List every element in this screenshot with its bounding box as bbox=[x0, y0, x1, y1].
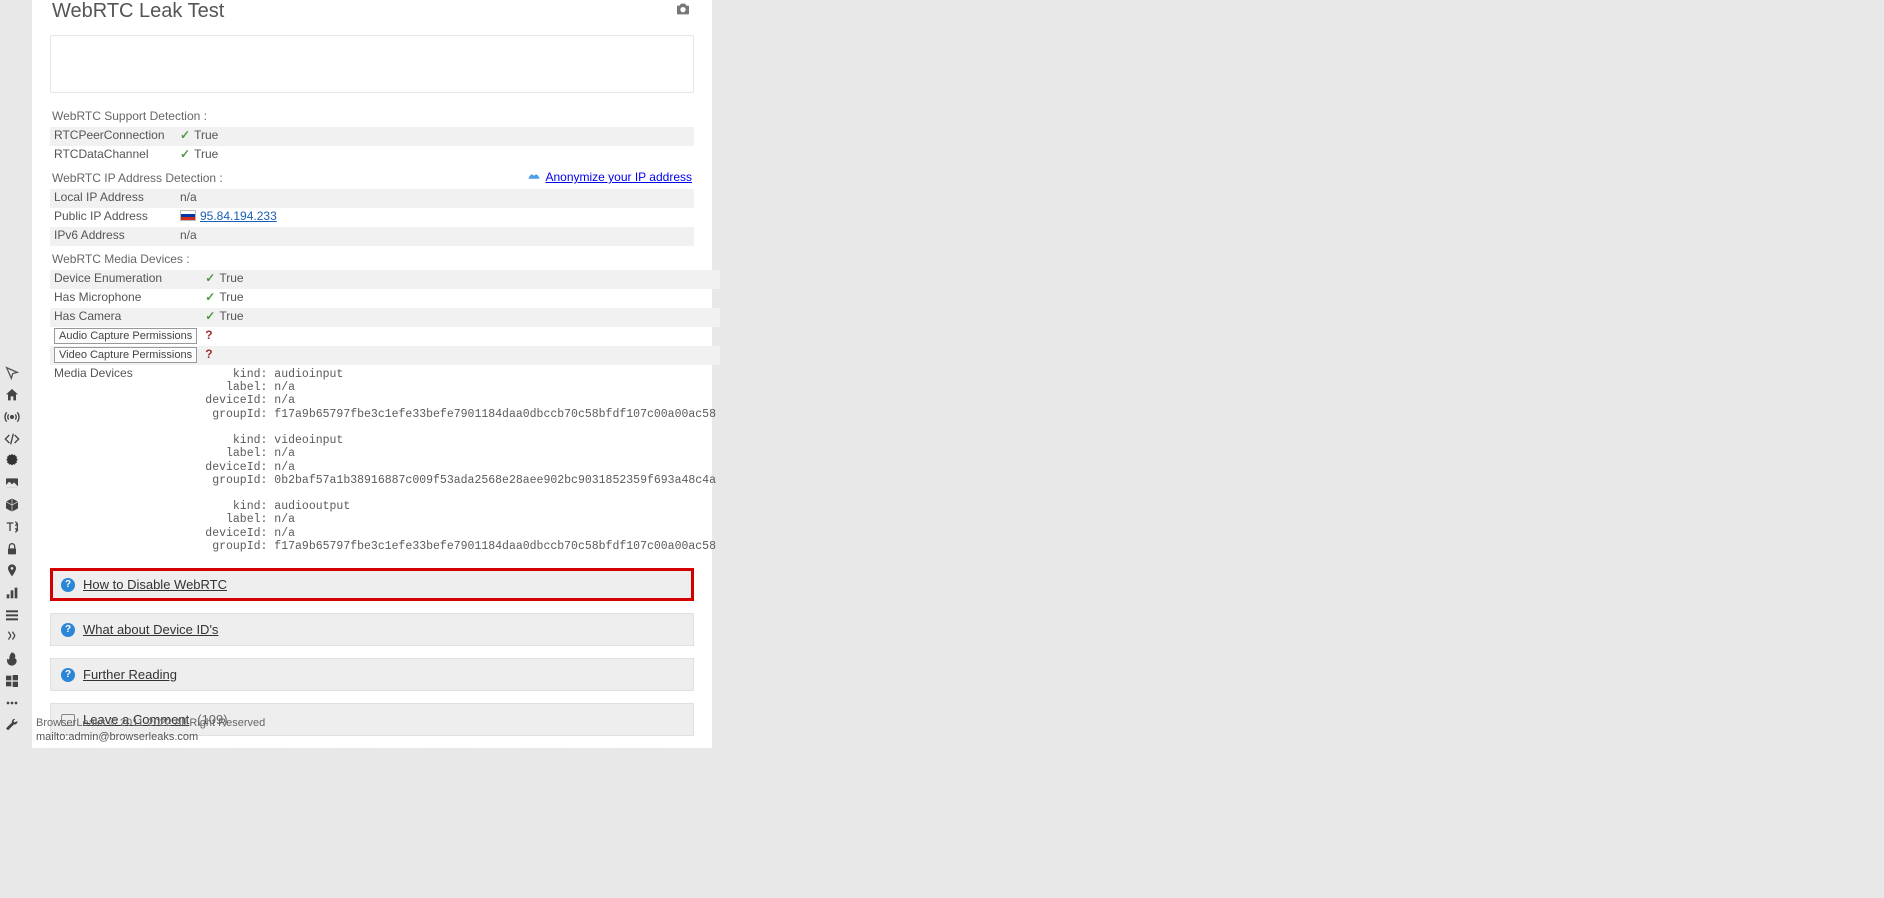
ipv6-val: n/a bbox=[176, 227, 694, 246]
ip-table: Local IP Address n/a Public IP Address 9… bbox=[50, 189, 694, 246]
video-capture-permissions-button[interactable]: Video Capture Permissions bbox=[54, 347, 197, 363]
check-icon: ✓ bbox=[205, 271, 215, 285]
help-icon: ? bbox=[61, 578, 75, 592]
support-section-title: WebRTC Support Detection : bbox=[32, 103, 712, 127]
further-reading-link[interactable]: Further Reading bbox=[83, 667, 177, 682]
table-row: RTCPeerConnection ✓ True bbox=[50, 127, 694, 146]
help-icon: ? bbox=[61, 668, 75, 682]
more-icon[interactable] bbox=[2, 694, 22, 712]
table-row: Local IP Address n/a bbox=[50, 189, 694, 208]
how-to-disable-webrtc-link[interactable]: How to Disable WebRTC bbox=[83, 577, 227, 592]
code-icon[interactable] bbox=[2, 430, 22, 448]
how-to-disable-webrtc-block[interactable]: ? How to Disable WebRTC bbox=[50, 568, 694, 601]
device-ids-link[interactable]: What about Device ID's bbox=[83, 622, 218, 637]
dev-key-0: Device Enumeration bbox=[50, 270, 201, 289]
video-perm-val: ? bbox=[205, 347, 212, 361]
table-row: Media Devices kind: audioinput label: n/… bbox=[50, 365, 720, 556]
ip-section-title: WebRTC IP Address Detection : Anonymize … bbox=[32, 165, 712, 189]
anonymize-link-wrapper: Anonymize your IP address bbox=[527, 169, 692, 184]
bar-chart-icon[interactable] bbox=[2, 584, 22, 602]
camera-icon[interactable] bbox=[674, 0, 692, 23]
device-ids-block[interactable]: ? What about Device ID's bbox=[50, 613, 694, 646]
table-row: Audio Capture Permissions ? bbox=[50, 327, 720, 346]
page-title: WebRTC Leak Test bbox=[52, 0, 224, 23]
media-devices-pre: kind: audioinput label: n/a deviceId: n/… bbox=[205, 366, 716, 555]
table-row: Has Camera ✓ True bbox=[50, 308, 720, 327]
public-ip-key: Public IP Address bbox=[50, 208, 176, 227]
public-ip-link[interactable]: 95.84.194.233 bbox=[200, 209, 277, 223]
check-icon: ✓ bbox=[180, 128, 190, 142]
ad-placeholder bbox=[50, 35, 694, 93]
text-height-icon[interactable] bbox=[2, 518, 22, 536]
support-table: RTCPeerConnection ✓ True RTCDataChannel ✓… bbox=[50, 127, 694, 165]
devices-section-title: WebRTC Media Devices : bbox=[32, 246, 712, 270]
tools-icon[interactable] bbox=[2, 716, 22, 734]
support-val-0: True bbox=[194, 128, 218, 142]
check-icon: ✓ bbox=[180, 147, 190, 161]
dev-val-1: True bbox=[219, 290, 243, 304]
media-devices-key: Media Devices bbox=[50, 365, 201, 556]
image-icon[interactable] bbox=[2, 474, 22, 492]
lock-icon[interactable] bbox=[2, 540, 22, 558]
list-icon[interactable] bbox=[2, 606, 22, 624]
table-row: Has Microphone ✓ True bbox=[50, 289, 720, 308]
table-row: RTCDataChannel ✓ True bbox=[50, 146, 694, 165]
table-row: Device Enumeration ✓ True bbox=[50, 270, 720, 289]
local-ip-key: Local IP Address bbox=[50, 189, 176, 208]
gear-icon[interactable] bbox=[2, 452, 22, 470]
ipv6-key: IPv6 Address bbox=[50, 227, 176, 246]
dev-key-1: Has Microphone bbox=[50, 289, 201, 308]
windows-icon[interactable] bbox=[2, 672, 22, 690]
broadcast-icon[interactable] bbox=[2, 408, 22, 426]
footer-copyright: BrowserLeaks © 2011-2022 All Right Reser… bbox=[36, 716, 265, 730]
devices-table: Device Enumeration ✓ True Has Microphone … bbox=[50, 270, 720, 556]
home-icon[interactable] bbox=[2, 386, 22, 404]
ip-section-title-text: WebRTC IP Address Detection : bbox=[52, 171, 223, 185]
table-row: Public IP Address 95.84.194.233 bbox=[50, 208, 694, 227]
audio-perm-val: ? bbox=[205, 328, 212, 342]
cube-icon[interactable] bbox=[2, 496, 22, 514]
audio-capture-permissions-button[interactable]: Audio Capture Permissions bbox=[54, 328, 197, 344]
table-row: Video Capture Permissions ? bbox=[50, 346, 720, 365]
anonymize-ip-link[interactable]: Anonymize your IP address bbox=[545, 170, 692, 184]
check-icon: ✓ bbox=[205, 309, 215, 323]
footer-mailto: mailto:admin@browserleaks.com bbox=[36, 730, 265, 744]
cursor-icon[interactable] bbox=[2, 364, 22, 382]
support-key-0: RTCPeerConnection bbox=[50, 127, 176, 146]
page-title-row: WebRTC Leak Test bbox=[32, 0, 712, 27]
pin-icon[interactable] bbox=[2, 562, 22, 580]
left-rail bbox=[0, 360, 28, 738]
dev-key-2: Has Camera bbox=[50, 308, 201, 327]
table-row: IPv6 Address n/a bbox=[50, 227, 694, 246]
dev-val-2: True bbox=[219, 309, 243, 323]
footer: BrowserLeaks © 2011-2022 All Right Reser… bbox=[36, 716, 265, 745]
main-panel: WebRTC Leak Test WebRTC Support Detectio… bbox=[32, 0, 712, 748]
check-icon: ✓ bbox=[205, 290, 215, 304]
nord-icon bbox=[527, 169, 541, 183]
flag-ru-icon bbox=[180, 210, 196, 221]
support-key-1: RTCDataChannel bbox=[50, 146, 176, 165]
local-ip-val: n/a bbox=[176, 189, 694, 208]
steam-icon[interactable] bbox=[2, 628, 22, 646]
dev-val-0: True bbox=[219, 271, 243, 285]
further-reading-block[interactable]: ? Further Reading bbox=[50, 658, 694, 691]
help-icon: ? bbox=[61, 623, 75, 637]
flash-icon[interactable] bbox=[2, 650, 22, 668]
support-val-1: True bbox=[194, 147, 218, 161]
